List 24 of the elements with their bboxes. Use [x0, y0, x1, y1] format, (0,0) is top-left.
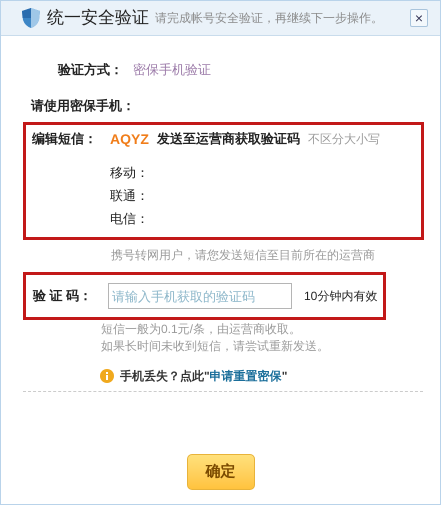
carrier-label: 电信： [110, 210, 150, 228]
sms-label: 编辑短信： [32, 130, 98, 148]
method-value: 密保手机验证 [133, 61, 211, 80]
fee-note: 如果长时间未收到短信，请尝试重新发送。 [101, 338, 330, 355]
confirm-button[interactable]: 确定 [186, 454, 254, 490]
sms-code: AQYZ [110, 130, 149, 149]
info-icon [100, 369, 114, 383]
code-label: 验 证 码： [33, 287, 94, 306]
case-note: 不区分大小写 [308, 131, 380, 148]
code-input[interactable]: 请输入手机获取的验证码 [108, 283, 292, 309]
method-label: 验证方式： [58, 61, 123, 80]
validity-note: 10分钟内有效 [304, 288, 378, 305]
carrier-label: 联通： [110, 187, 150, 205]
reset-link[interactable]: 申请重置密保 [210, 369, 282, 383]
window-title: 统一安全验证 [47, 7, 149, 30]
help-text: 手机丢失？点此"申请重置密保" [120, 368, 288, 385]
close-button[interactable]: × [410, 9, 428, 27]
phone-label: 请使用密保手机： [31, 97, 135, 116]
shield-icon [21, 7, 41, 29]
window-subtitle: 请完成帐号安全验证，再继续下一步操作。 [155, 10, 383, 27]
sms-hint: 携号转网用户，请您发送短信至目前所在的运营商 [110, 247, 376, 264]
carrier-label: 移动： [110, 164, 150, 182]
sms-instruction: 发送至运营商获取验证码 [156, 130, 300, 148]
fee-note: 短信一般为0.1元/条，由运营商收取。 [101, 321, 302, 338]
